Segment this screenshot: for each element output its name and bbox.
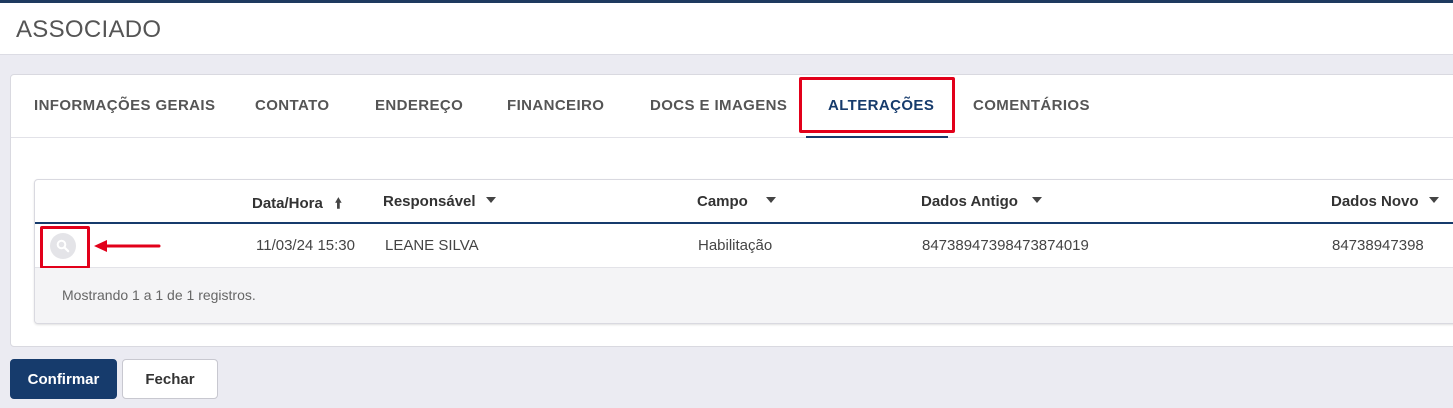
- column-header-campo[interactable]: Campo: [697, 193, 776, 210]
- table-header: Data/Hora 🠙 Responsável Campo Dados Antig…: [35, 180, 1453, 224]
- cell-dados-antigo: 84738947398473874019: [922, 237, 1089, 254]
- column-header-data-hora[interactable]: Data/Hora 🠙: [252, 193, 342, 217]
- table-footer: Mostrando 1 a 1 de 1 registros.: [35, 268, 1453, 323]
- tab-comentarios[interactable]: COMENTÁRIOS: [973, 97, 1090, 114]
- page-title: ASSOCIADO: [16, 16, 162, 43]
- page-header: ASSOCIADO: [0, 0, 1453, 55]
- sort-asc-icon[interactable]: 🠙: [335, 195, 342, 211]
- table-row: 11/03/24 15:30 LEANE SILVA Habilitação 8…: [35, 224, 1453, 269]
- tab-docs-e-imagens[interactable]: DOCS E IMAGENS: [650, 97, 787, 114]
- caret-down-icon[interactable]: [1031, 197, 1042, 204]
- column-header-dados-antigo[interactable]: Dados Antigo: [921, 193, 1042, 210]
- arrow-left-icon: [94, 240, 161, 252]
- tab-contato[interactable]: CONTATO: [255, 97, 329, 114]
- column-label: Campo: [697, 193, 748, 210]
- tab-highlight-box: [799, 77, 955, 133]
- view-button-highlight-box: [40, 226, 90, 269]
- associado-card: INFORMAÇÕES GERAIS CONTATO ENDEREÇO FINA…: [10, 74, 1453, 347]
- cell-data-hora: 11/03/24 15:30: [256, 237, 355, 254]
- caret-down-icon[interactable]: [765, 197, 776, 204]
- tab-financeiro[interactable]: FINANCEIRO: [507, 97, 604, 114]
- column-label: Data/Hora: [252, 195, 323, 212]
- tab-bar: INFORMAÇÕES GERAIS CONTATO ENDEREÇO FINA…: [11, 75, 1453, 138]
- column-header-responsavel[interactable]: Responsável: [383, 193, 496, 210]
- cell-dados-novo: 84738947398: [1332, 237, 1424, 254]
- alteracoes-table: Data/Hora 🠙 Responsável Campo Dados Antig…: [34, 179, 1453, 324]
- column-header-dados-novo[interactable]: Dados Novo: [1331, 193, 1439, 210]
- close-button[interactable]: Fechar: [122, 359, 218, 399]
- caret-down-icon[interactable]: [1428, 197, 1439, 204]
- caret-down-icon[interactable]: [485, 197, 496, 204]
- active-tab-indicator: [806, 136, 948, 138]
- tab-informacoes-gerais[interactable]: INFORMAÇÕES GERAIS: [34, 97, 215, 114]
- column-label: Dados Antigo: [921, 193, 1018, 210]
- confirm-button[interactable]: Confirmar: [10, 359, 117, 399]
- column-label: Responsável: [383, 193, 476, 210]
- column-label: Dados Novo: [1331, 193, 1419, 210]
- cell-responsavel: LEANE SILVA: [385, 237, 479, 254]
- cell-campo: Habilitação: [698, 237, 773, 254]
- tab-endereco[interactable]: ENDEREÇO: [375, 97, 463, 114]
- records-info: Mostrando 1 a 1 de 1 registros.: [62, 287, 256, 303]
